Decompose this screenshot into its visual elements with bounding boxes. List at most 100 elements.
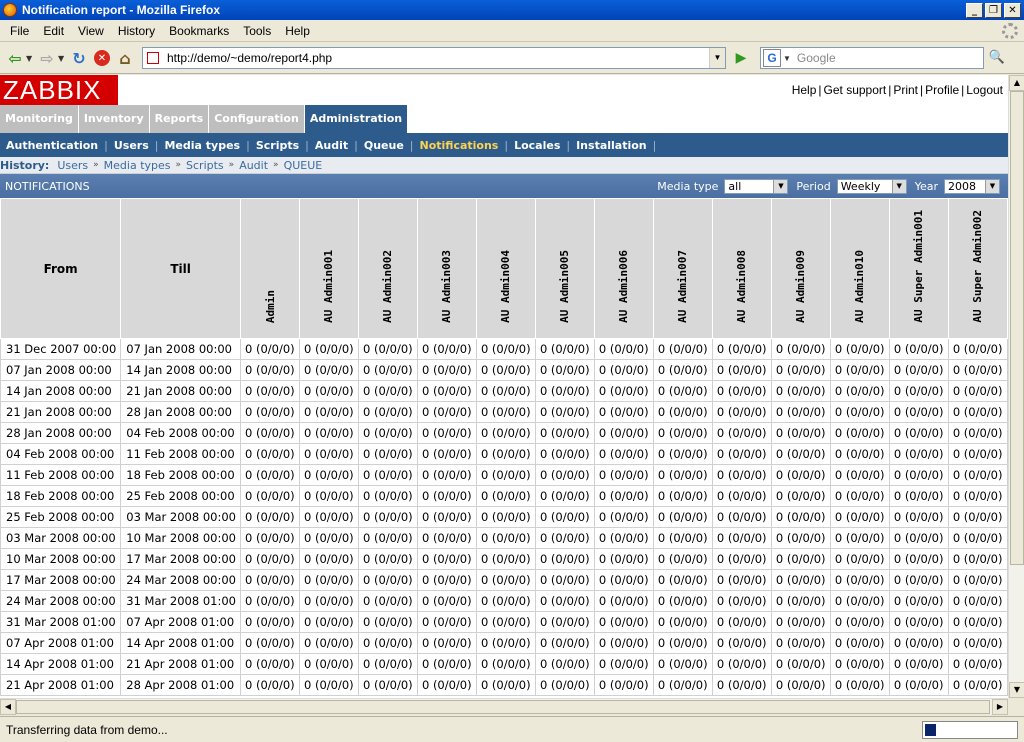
horizontal-scroll-thumb[interactable]: [16, 700, 990, 714]
engine-dropdown-icon[interactable]: ▼: [783, 54, 791, 63]
forward-arrow-icon[interactable]: ⇨: [36, 47, 58, 69]
scroll-down-icon[interactable]: ▼: [1009, 682, 1024, 698]
cell-notification-count: 0 (0/0/0): [357, 527, 418, 549]
user-name: AU Super Admin001: [912, 210, 926, 323]
vertical-scrollbar[interactable]: ▲ ▼: [1008, 75, 1024, 698]
url-dropdown-icon[interactable]: ▼: [709, 48, 725, 68]
menu-bookmarks[interactable]: Bookmarks: [162, 24, 236, 38]
menu-history[interactable]: History: [111, 24, 162, 38]
cell-till: 25 Feb 2008 00:00: [120, 485, 242, 507]
sub-menu-users[interactable]: Users: [108, 139, 155, 152]
cell-notification-count: 0 (0/0/0): [652, 401, 713, 423]
menu-view[interactable]: View: [71, 24, 111, 38]
history-item-audit[interactable]: Audit: [239, 159, 268, 172]
cell-notification-count: 0 (0/0/0): [593, 464, 654, 486]
close-button[interactable]: ✕: [1004, 2, 1021, 18]
cell-notification-count: 0 (0/0/0): [711, 485, 772, 507]
period-select[interactable]: Weekly ▼: [836, 178, 907, 194]
main-menu-inventory[interactable]: Inventory: [78, 105, 149, 133]
cell-till: 21 Jan 2008 00:00: [120, 380, 242, 402]
back-dropdown-icon[interactable]: ▼: [26, 54, 36, 63]
cell-notification-count: 0 (0/0/0): [299, 527, 359, 549]
zabbix-logo[interactable]: ZABBIX: [0, 75, 118, 105]
home-icon[interactable]: ⌂: [114, 47, 136, 69]
cell-notification-count: 0 (0/0/0): [534, 653, 595, 675]
sub-menu-locales[interactable]: Locales: [508, 139, 566, 152]
cell-notification-count: 0 (0/0/0): [416, 464, 477, 486]
cell-notification-count: 0 (0/0/0): [829, 569, 890, 591]
stop-icon[interactable]: ✕: [94, 50, 110, 66]
media-type-select[interactable]: all ▼: [724, 178, 789, 194]
search-magnifier-icon[interactable]: 🔍: [986, 47, 1008, 69]
cell-notification-count: 0 (0/0/0): [240, 422, 300, 444]
cell-notification-count: 0 (0/0/0): [299, 653, 359, 675]
cell-from: 25 Feb 2008 00:00: [0, 506, 122, 528]
history-item-media-types[interactable]: Media types: [104, 159, 171, 172]
sub-menu-authentication[interactable]: Authentication: [0, 139, 104, 152]
cell-notification-count: 0 (0/0/0): [357, 380, 418, 402]
search-input[interactable]: Google: [797, 51, 836, 65]
cell-notification-count: 0 (0/0/0): [593, 422, 654, 444]
scroll-up-icon[interactable]: ▲: [1009, 75, 1024, 91]
url-bar[interactable]: http://demo/~demo/report4.php ▼: [142, 47, 726, 69]
user-name: AU Admin002: [381, 250, 395, 323]
menu-help[interactable]: Help: [278, 24, 317, 38]
cell-from: 04 Feb 2008 00:00: [0, 443, 122, 465]
cell-till: 28 Jan 2008 00:00: [120, 401, 242, 423]
scroll-left-icon[interactable]: ◀: [0, 699, 16, 715]
cell-notification-count: 0 (0/0/0): [357, 653, 418, 675]
vertical-scroll-thumb[interactable]: [1010, 91, 1024, 565]
cell-notification-count: 0 (0/0/0): [593, 380, 654, 402]
cell-notification-count: 0 (0/0/0): [593, 401, 654, 423]
back-arrow-icon[interactable]: ⇦: [4, 47, 26, 69]
cell-notification-count: 0 (0/0/0): [475, 506, 536, 528]
sub-menu-queue[interactable]: Queue: [358, 139, 410, 152]
scroll-right-icon[interactable]: ▶: [992, 699, 1008, 715]
menu-edit[interactable]: Edit: [36, 24, 71, 38]
history-item-queue[interactable]: QUEUE: [284, 159, 323, 172]
print-link[interactable]: Print: [893, 83, 918, 97]
reload-icon[interactable]: ↻: [68, 47, 90, 69]
cell-till: 17 Mar 2008 00:00: [120, 548, 242, 570]
sub-menu-scripts[interactable]: Scripts: [250, 139, 305, 152]
main-menu-administration[interactable]: Administration: [304, 105, 408, 133]
history-item-scripts[interactable]: Scripts: [186, 159, 224, 172]
sub-menu-installation[interactable]: Installation: [570, 139, 653, 152]
google-engine-icon[interactable]: G: [763, 49, 781, 67]
horizontal-scrollbar[interactable]: ◀ ▶: [0, 698, 1008, 715]
sub-menu-audit[interactable]: Audit: [309, 139, 354, 152]
main-menu-reports[interactable]: Reports: [149, 105, 209, 133]
help-link[interactable]: Help: [792, 83, 817, 97]
cell-notification-count: 0 (0/0/0): [357, 590, 418, 612]
history-item-users[interactable]: Users: [57, 159, 88, 172]
main-menu-monitoring[interactable]: Monitoring: [0, 105, 78, 133]
profile-link[interactable]: Profile: [925, 83, 959, 97]
minimize-button[interactable]: _: [966, 2, 983, 18]
cell-notification-count: 0 (0/0/0): [240, 569, 300, 591]
sub-menu-media-types[interactable]: Media types: [158, 139, 246, 152]
go-arrow-icon[interactable]: ▶: [730, 47, 752, 69]
cell-notification-count: 0 (0/0/0): [947, 464, 1008, 486]
table-row: 07 Apr 2008 01:00 14 Apr 2008 01:00 0 (0/0…: [0, 632, 1008, 654]
cell-notification-count: 0 (0/0/0): [888, 506, 949, 528]
cell-from: 17 Mar 2008 00:00: [0, 569, 122, 591]
menu-tools[interactable]: Tools: [236, 24, 278, 38]
user-name: AU Super Admin002: [971, 210, 985, 323]
sub-menu-notifications[interactable]: Notifications: [414, 139, 505, 152]
forward-dropdown-icon[interactable]: ▼: [58, 54, 68, 63]
cell-from: 31 Mar 2008 01:00: [0, 611, 122, 633]
menu-file[interactable]: File: [3, 24, 36, 38]
main-menu-configuration[interactable]: Configuration: [209, 105, 304, 133]
year-select[interactable]: 2008 ▼: [944, 178, 1000, 194]
cell-notification-count: 0 (0/0/0): [947, 632, 1008, 654]
logout-link[interactable]: Logout: [966, 83, 1003, 97]
cell-notification-count: 0 (0/0/0): [947, 380, 1008, 402]
search-box[interactable]: G ▼ Google: [760, 47, 984, 69]
user-name: AU Admin009: [794, 250, 808, 323]
scrollbar-corner: [1008, 698, 1024, 714]
get-support-link[interactable]: Get support: [824, 83, 887, 97]
table-row: 21 Apr 2008 01:00 28 Apr 2008 01:00 0 (0/0…: [0, 674, 1008, 696]
table-row: 14 Jan 2008 00:00 21 Jan 2008 00:00 0 (0/0…: [0, 380, 1008, 402]
url-text[interactable]: http://demo/~demo/report4.php: [167, 51, 709, 65]
maximize-button[interactable]: ❐: [985, 2, 1002, 18]
